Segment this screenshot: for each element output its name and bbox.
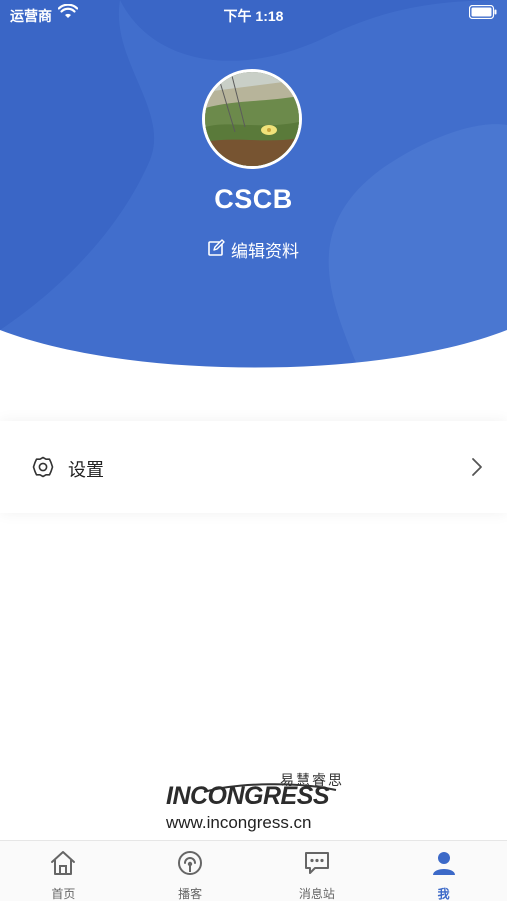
- edit-icon: [208, 238, 225, 261]
- tab-podcast[interactable]: 播客: [127, 841, 254, 901]
- tab-messages-label: 消息站: [298, 887, 335, 901]
- tab-home-label: 首页: [51, 887, 76, 901]
- tab-podcast-label: 播客: [178, 887, 203, 901]
- podcast-icon: [176, 850, 204, 881]
- status-bar: 运营商 下午 1:18: [0, 0, 507, 28]
- settings-label: 设置: [68, 460, 104, 480]
- gear-icon: [32, 456, 54, 483]
- username: CSCB: [214, 184, 293, 214]
- status-time: 下午 1:18: [223, 8, 284, 24]
- logo-url: www.incongress.cn: [166, 813, 312, 832]
- user-icon: [430, 850, 458, 881]
- avatar[interactable]: [202, 69, 302, 169]
- battery-icon: [468, 4, 497, 22]
- tab-me[interactable]: 我: [380, 841, 507, 901]
- profile-header: 运营商 下午 1:18 CSCB 编辑资料: [0, 0, 507, 372]
- incongress-logo: 易慧睿思 INCONGRESS www.incongress.cn: [160, 768, 350, 836]
- avatar-photo: [205, 72, 299, 166]
- edit-profile-label: 编辑资料: [231, 242, 299, 261]
- tab-messages[interactable]: 消息站: [254, 841, 381, 901]
- home-icon: [49, 850, 77, 881]
- tab-me-label: 我: [437, 887, 450, 901]
- edit-profile-link[interactable]: 编辑资料: [0, 237, 507, 262]
- tab-bar: 首页 播客 消息站 我: [0, 840, 507, 901]
- logo-brand: INCONGRESS: [166, 782, 330, 810]
- message-icon: [303, 850, 331, 881]
- settings-row[interactable]: 设置: [0, 421, 507, 513]
- chevron-right-icon: [471, 457, 483, 482]
- tab-home[interactable]: 首页: [0, 841, 127, 901]
